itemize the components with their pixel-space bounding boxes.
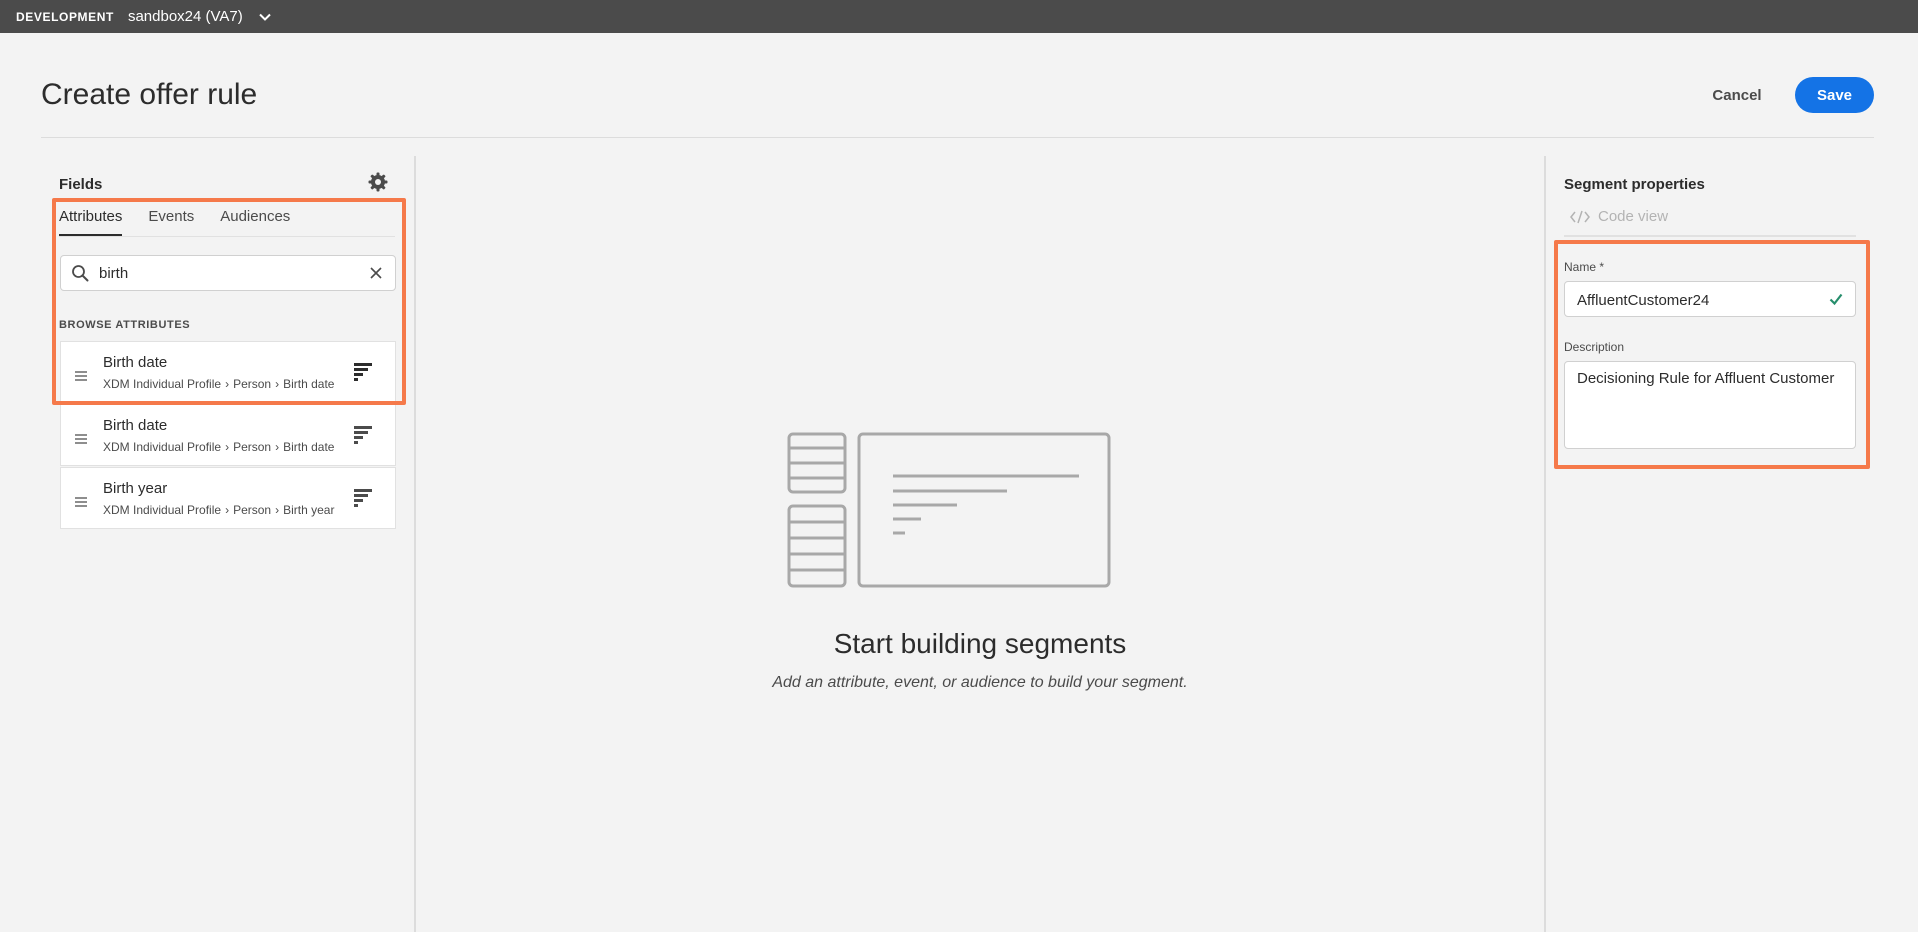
empty-state-illustration xyxy=(787,432,1111,588)
attribute-item[interactable]: Birth date XDM Individual Profile › Person… xyxy=(60,341,396,403)
distribution-icon[interactable] xyxy=(354,426,374,444)
attribute-name: Birth date xyxy=(103,354,168,371)
tab-audiences[interactable]: Audiences xyxy=(220,208,290,236)
search-box xyxy=(60,255,396,291)
environment-label: DEVELOPMENT xyxy=(16,9,114,24)
header-divider xyxy=(41,137,1874,138)
drag-handle-icon[interactable] xyxy=(75,431,87,444)
save-button[interactable]: Save xyxy=(1795,77,1874,113)
segment-properties-title: Segment properties xyxy=(1564,176,1705,193)
left-panel-divider xyxy=(414,156,416,932)
search-input[interactable] xyxy=(99,262,349,284)
tab-events[interactable]: Events xyxy=(148,208,194,236)
empty-state-subtitle: Add an attribute, event, or audience to … xyxy=(772,674,1188,691)
name-field xyxy=(1564,281,1856,317)
attribute-item[interactable]: Birth year XDM Individual Profile › Person… xyxy=(60,467,396,529)
browse-attributes-label: BROWSE ATTRIBUTES xyxy=(59,319,191,331)
name-input[interactable] xyxy=(1577,289,1817,311)
attribute-name: Birth year xyxy=(103,480,168,497)
cancel-button[interactable]: Cancel xyxy=(1700,80,1774,110)
attribute-path: XDM Individual Profile › Person › Birth date xyxy=(103,377,335,391)
code-view-link[interactable]: Code view xyxy=(1570,208,1668,225)
top-bar: DEVELOPMENT sandbox24 (VA7) xyxy=(0,0,1918,33)
drag-handle-icon[interactable] xyxy=(75,494,87,507)
fields-title: Fields xyxy=(59,176,103,193)
code-icon xyxy=(1570,210,1590,223)
attribute-item[interactable]: Birth date XDM Individual Profile › Person… xyxy=(60,404,396,466)
search-icon xyxy=(71,264,89,282)
segment-properties-divider xyxy=(1564,235,1856,237)
drag-handle-icon[interactable] xyxy=(75,368,87,381)
attribute-path: XDM Individual Profile › Person › Birth date xyxy=(103,440,335,454)
tab-attributes[interactable]: Attributes xyxy=(59,208,123,236)
page-title: Create offer rule xyxy=(41,78,258,111)
description-input[interactable]: Decisioning Rule for Affluent Customer xyxy=(1577,370,1843,440)
distribution-icon[interactable] xyxy=(354,363,374,381)
name-label: Name * xyxy=(1564,260,1605,274)
chevron-down-icon[interactable] xyxy=(257,9,273,25)
code-view-label: Code view xyxy=(1598,208,1669,225)
sandbox-name[interactable]: sandbox24 (VA7) xyxy=(128,8,243,25)
gear-icon[interactable] xyxy=(368,172,388,192)
tabs-divider xyxy=(59,236,395,237)
clear-icon[interactable] xyxy=(369,266,383,280)
attribute-path: XDM Individual Profile › Person › Birth year xyxy=(103,503,335,517)
attribute-name: Birth date xyxy=(103,417,168,434)
distribution-icon[interactable] xyxy=(354,489,374,507)
empty-state-title: Start building segments xyxy=(833,628,1127,659)
checkmark-icon xyxy=(1829,292,1843,306)
description-field: Decisioning Rule for Affluent Customer xyxy=(1564,361,1856,449)
description-label: Description xyxy=(1564,340,1625,354)
right-panel-divider xyxy=(1544,156,1546,932)
field-tabs: Attributes Events Audiences xyxy=(59,208,316,236)
